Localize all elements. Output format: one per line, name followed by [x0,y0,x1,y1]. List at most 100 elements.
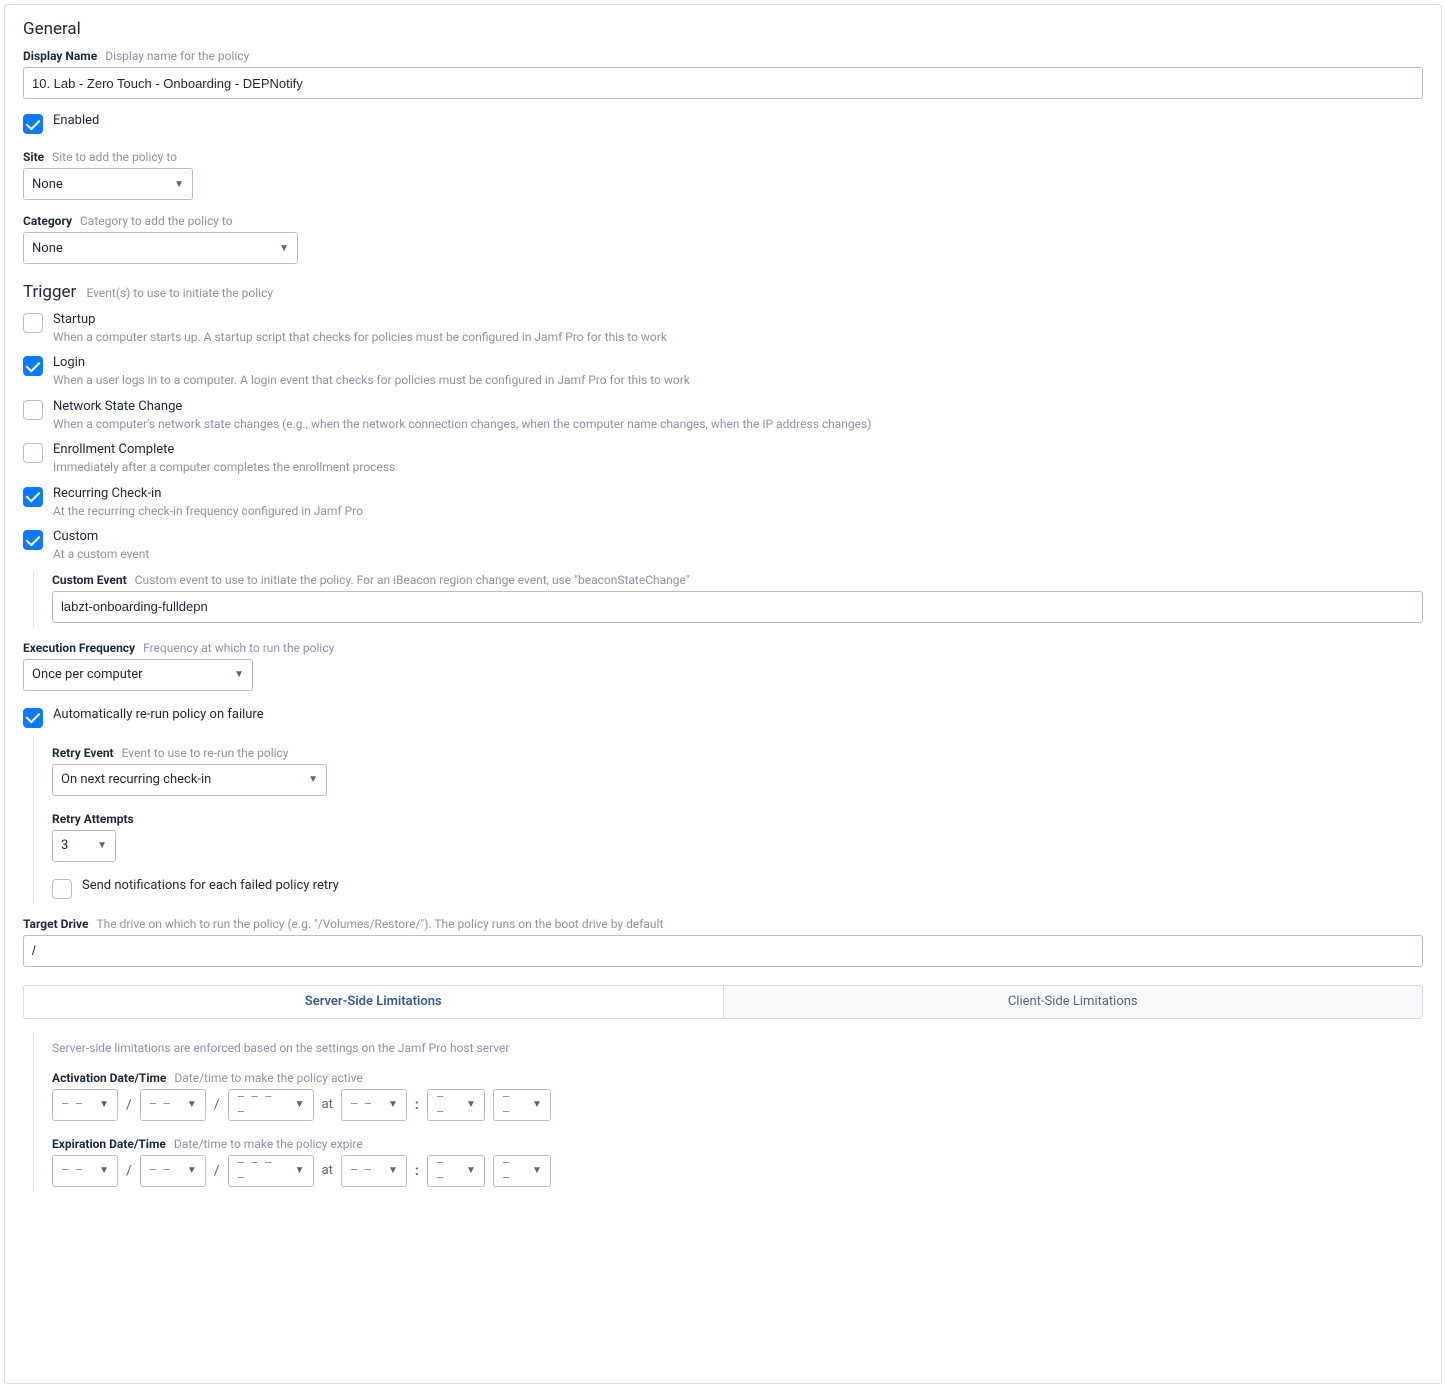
category-select-value: None [32,241,63,256]
chevron-down-icon: ▼ [532,1165,542,1176]
trigger-network-label: Network State Change [53,399,871,416]
activation-year-select[interactable]: – – – –▼ [228,1089,314,1121]
retry-event-value: On next recurring check-in [61,772,211,787]
chevron-down-icon: ▼ [187,1165,197,1176]
trigger-custom-checkbox[interactable] [23,530,43,550]
retry-event-label: Retry Event [52,746,114,760]
expiration-min-select[interactable]: – –▼ [427,1155,485,1187]
display-name-label: Display Name [23,49,97,63]
trigger-startup-label: Startup [53,312,667,329]
activation-label: Activation Date/Time [52,1071,166,1085]
chevron-down-icon: ▼ [466,1165,476,1176]
trigger-network-desc: When a computer's network state changes … [53,417,871,433]
activation-ampm-select[interactable]: – –▼ [493,1089,551,1121]
target-drive-label: Target Drive [23,917,89,931]
activation-day-select[interactable]: – –▼ [140,1089,206,1121]
date-sep: / [214,1163,220,1179]
at-label: at [322,1097,333,1112]
date-sep: / [126,1097,132,1113]
notify-label: Send notifications for each failed polic… [82,878,339,895]
expiration-label: Expiration Date/Time [52,1137,166,1151]
date-sep: / [214,1097,220,1113]
expiration-day-select[interactable]: – –▼ [140,1155,206,1187]
trigger-enroll-checkbox[interactable] [23,443,43,463]
activation-row: – –▼ / – –▼ / – – – –▼ at – –▼ : – –▼ – … [52,1089,1423,1121]
trigger-recur-desc: At the recurring check-in frequency conf… [53,504,363,520]
trigger-login-checkbox[interactable] [23,356,43,376]
at-label: at [322,1163,333,1178]
time-sep: : [415,1097,419,1113]
trigger-title: Trigger Event(s) to use to initiate the … [23,282,1423,302]
trigger-enroll-desc: Immediately after a computer completes t… [53,460,395,476]
category-select[interactable]: None ▼ [23,232,298,264]
activation-hour-select[interactable]: – –▼ [341,1089,407,1121]
exec-freq-label: Execution Frequency [23,641,135,655]
date-sep: / [126,1163,132,1179]
site-label: Site [23,150,44,164]
exec-freq-select[interactable]: Once per computer ▼ [23,659,253,691]
server-limitations-block: Server-side limitations are enforced bas… [33,1033,1423,1191]
trigger-recur-checkbox[interactable] [23,487,43,507]
tab-client-limitations[interactable]: Client-Side Limitations [724,985,1424,1019]
server-limitations-desc: Server-side limitations are enforced bas… [52,1041,1423,1055]
chevron-down-icon: ▼ [234,669,244,680]
target-drive-hint: The drive on which to run the policy (e.… [97,917,664,931]
retry-attempts-label: Retry Attempts [52,812,134,826]
category-label: Category [23,214,72,228]
display-name-hint: Display name for the policy [105,49,249,63]
section-general-title: General [23,19,1423,39]
trigger-startup-checkbox[interactable] [23,313,43,333]
chevron-down-icon: ▼ [295,1099,305,1110]
chevron-down-icon: ▼ [279,243,289,254]
auto-rerun-label: Automatically re-run policy on failure [53,707,264,724]
target-drive-input[interactable] [23,935,1423,967]
chevron-down-icon: ▼ [466,1099,476,1110]
activation-min-select[interactable]: – –▼ [427,1089,485,1121]
expiration-hour-select[interactable]: – –▼ [341,1155,407,1187]
category-hint: Category to add the policy to [80,214,233,228]
auto-rerun-block: Retry Event Event to use to re-run the p… [33,736,1423,903]
chevron-down-icon: ▼ [174,179,184,190]
chevron-down-icon: ▼ [99,1165,109,1176]
trigger-login-desc: When a user logs in to a computer. A log… [53,373,690,389]
trigger-custom-label: Custom [53,529,149,546]
enabled-checkbox[interactable] [23,114,43,134]
expiration-year-select[interactable]: – – – –▼ [228,1155,314,1187]
trigger-recur-label: Recurring Check-in [53,486,363,503]
chevron-down-icon: ▼ [532,1099,542,1110]
activation-hint: Date/time to make the policy active [174,1071,362,1085]
site-select[interactable]: None ▼ [23,168,193,200]
trigger-custom-desc: At a custom event [53,547,149,563]
limitations-tabs: Server-Side Limitations Client-Side Limi… [23,985,1423,1019]
expiration-ampm-select[interactable]: – –▼ [493,1155,551,1187]
chevron-down-icon: ▼ [308,774,318,785]
general-panel: General Display Name Display name for th… [4,4,1442,1384]
trigger-enroll-label: Enrollment Complete [53,442,395,459]
trigger-startup-desc: When a computer starts up. A startup scr… [53,330,667,346]
trigger-login-label: Login [53,355,690,372]
custom-event-label: Custom Event [52,573,127,587]
activation-month-select[interactable]: – –▼ [52,1089,118,1121]
chevron-down-icon: ▼ [295,1165,305,1176]
exec-freq-hint: Frequency at which to run the policy [143,641,334,655]
chevron-down-icon: ▼ [388,1099,398,1110]
tab-server-limitations[interactable]: Server-Side Limitations [23,985,724,1019]
chevron-down-icon: ▼ [97,840,107,851]
custom-event-input[interactable] [52,591,1423,623]
retry-attempts-value: 3 [61,838,68,853]
expiration-row: – –▼ / – –▼ / – – – –▼ at – –▼ : – –▼ – … [52,1155,1423,1187]
retry-event-select[interactable]: On next recurring check-in ▼ [52,764,327,796]
auto-rerun-checkbox[interactable] [23,708,43,728]
exec-freq-value: Once per computer [32,667,143,682]
retry-attempts-select[interactable]: 3 ▼ [52,830,116,862]
trigger-network-checkbox[interactable] [23,400,43,420]
site-select-value: None [32,177,63,192]
chevron-down-icon: ▼ [388,1165,398,1176]
custom-event-hint: Custom event to use to initiate the poli… [135,573,690,587]
site-hint: Site to add the policy to [52,150,177,164]
expiration-hint: Date/time to make the policy expire [174,1137,363,1151]
notify-checkbox[interactable] [52,879,72,899]
display-name-input[interactable] [23,67,1423,99]
expiration-month-select[interactable]: – –▼ [52,1155,118,1187]
trigger-hint: Event(s) to use to initiate the policy [87,286,274,300]
